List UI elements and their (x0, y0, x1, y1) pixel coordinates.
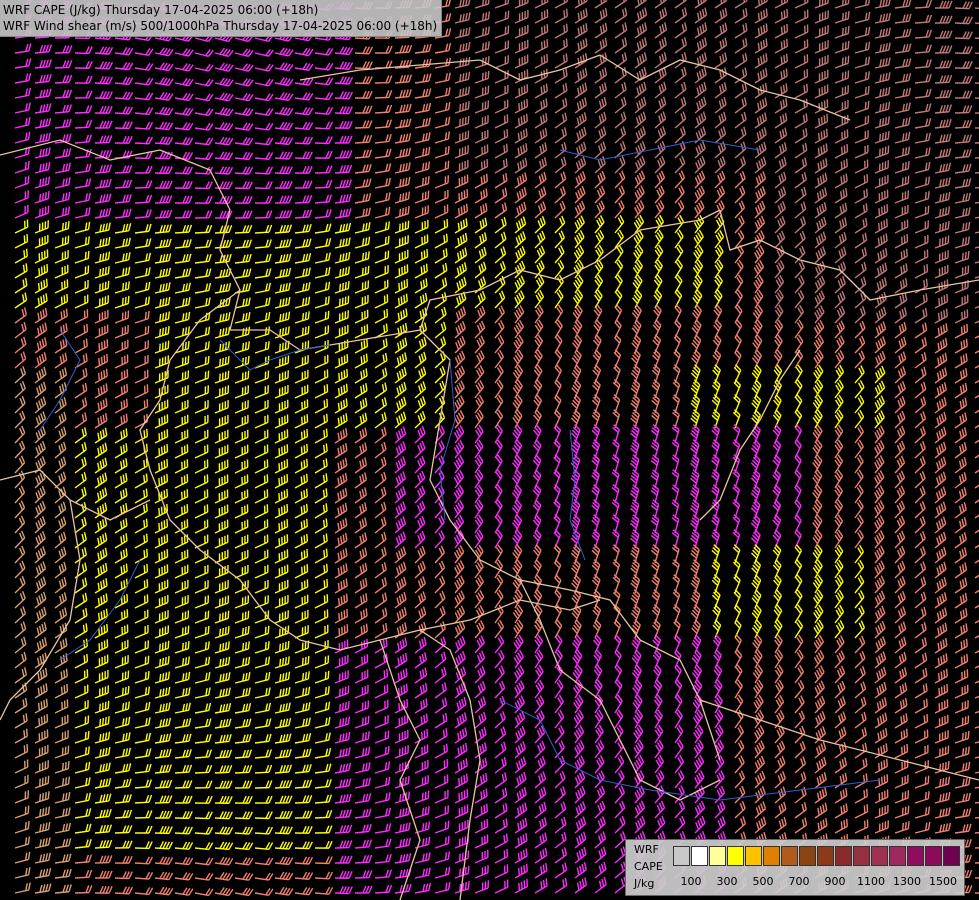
legend-label-wrf: WRF (634, 843, 659, 856)
legend-tick: 1300 (893, 875, 921, 888)
title-wind-shear-line: WRF Wind shear (m/s) 500/1000hPa Thursda… (3, 19, 438, 33)
legend-swatch (907, 846, 924, 866)
legend-swatch (889, 846, 906, 866)
legend-swatch (709, 846, 726, 866)
legend-color-scale (673, 846, 961, 866)
legend-swatch (817, 846, 834, 866)
wind-shear-map (0, 0, 979, 900)
legend-tick: 1500 (929, 875, 957, 888)
legend-label-unit: J/kg (634, 877, 655, 890)
legend-swatch (799, 846, 816, 866)
legend-tick: 300 (716, 875, 738, 888)
legend-tick: 500 (752, 875, 774, 888)
legend-swatch (745, 846, 762, 866)
legend-swatch (781, 846, 798, 866)
cape-legend: WRF CAPE J/kg 100 300 500 700 900 1100 1300 150… (625, 839, 965, 896)
legend-swatch (871, 846, 888, 866)
legend-swatch (835, 846, 852, 866)
legend-swatch (943, 846, 960, 866)
title-cape-line: WRF CAPE (J/kg) Thursday 17-04-2025 06:0… (3, 3, 319, 17)
legend-tick: 900 (824, 875, 846, 888)
legend-tick: 700 (788, 875, 810, 888)
legend-swatch (673, 846, 690, 866)
legend-swatch (925, 846, 942, 866)
legend-tick: 1100 (857, 875, 885, 888)
legend-swatch (853, 846, 870, 866)
legend-swatch (691, 846, 708, 866)
legend-tick: 100 (680, 875, 702, 888)
legend-swatch (763, 846, 780, 866)
map-title: WRF CAPE (J/kg) Thursday 17-04-2025 06:0… (0, 0, 443, 37)
legend-swatch (727, 846, 744, 866)
legend-label-cape: CAPE (634, 860, 663, 873)
legend-tick-labels: 100 300 500 700 900 1100 1300 1500 (673, 875, 963, 889)
